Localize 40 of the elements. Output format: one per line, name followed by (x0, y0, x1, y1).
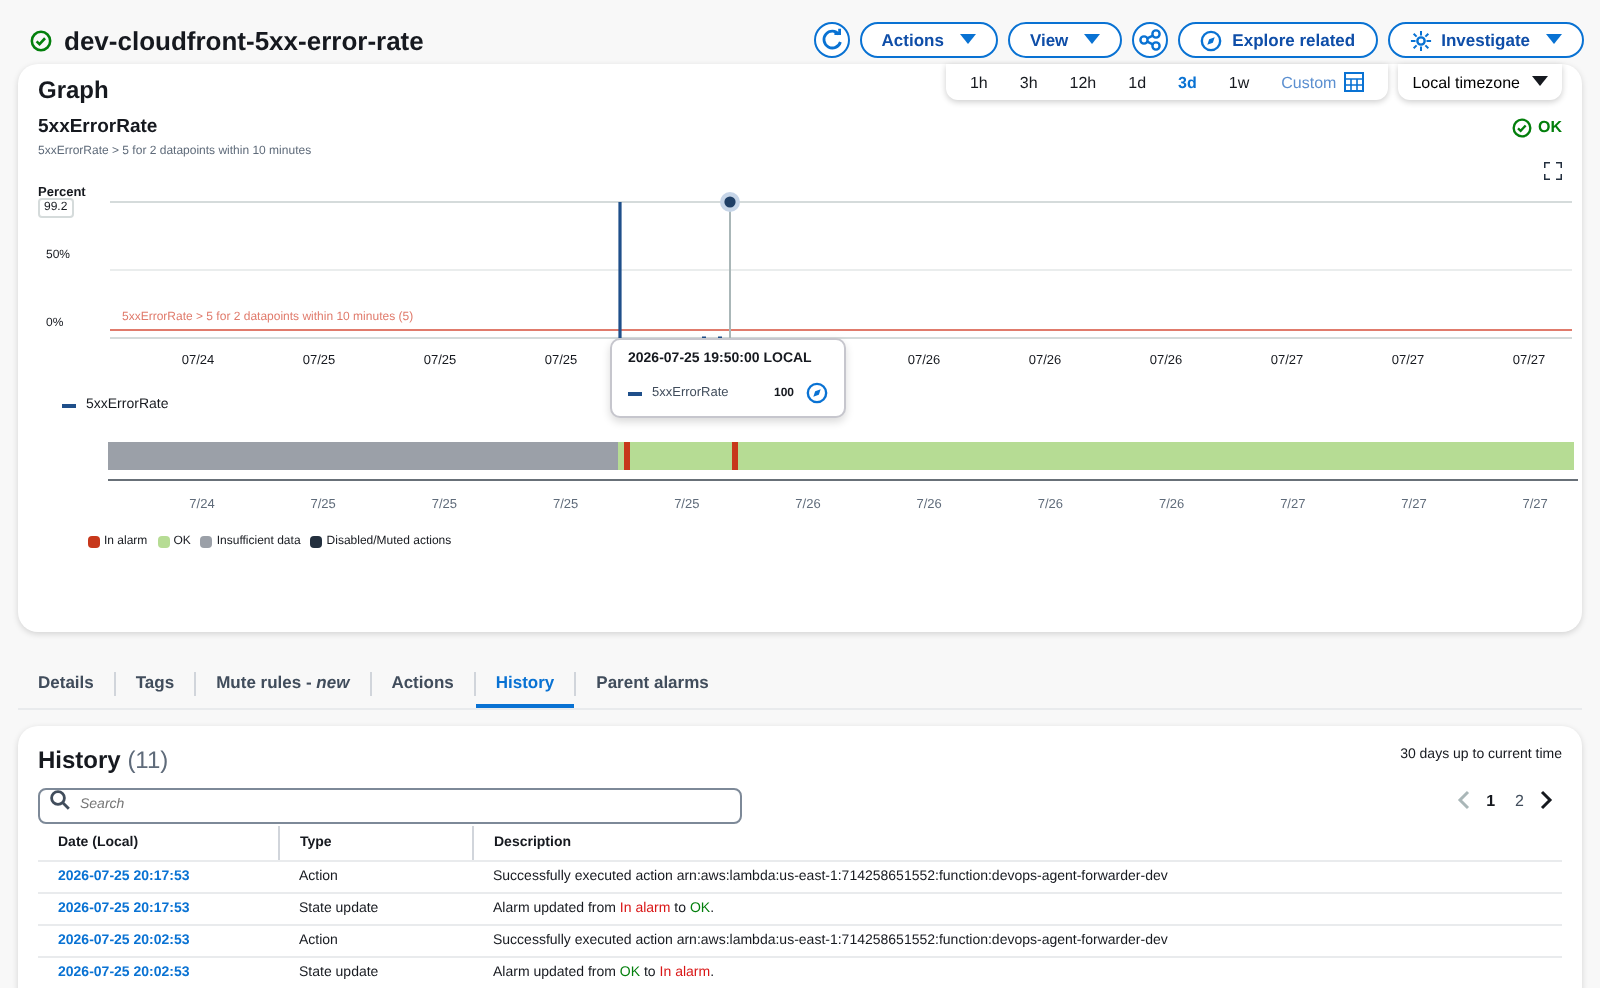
caret-icon (959, 34, 976, 46)
timezone-dropdown[interactable]: Local timezone (1398, 64, 1562, 100)
ok-status-icon (1512, 117, 1532, 137)
tab[interactable]: Details (18, 660, 114, 708)
metric-title: 5xxErrorRate (38, 116, 160, 138)
tab[interactable]: Mute rules - new (196, 660, 370, 708)
alarm-title: dev-cloudfront-5xx-error-rate (64, 25, 424, 55)
time-range-option[interactable]: 3d (1162, 64, 1213, 100)
time-range-option[interactable]: 1w (1212, 64, 1266, 100)
metric-line (618, 200, 724, 340)
caret-icon (1532, 76, 1548, 88)
panel-title: Graph (38, 74, 109, 104)
page-number[interactable]: 1 (1482, 791, 1500, 809)
time-range-option[interactable]: 1h (953, 64, 1004, 100)
investigate-button[interactable]: Investigate (1387, 22, 1584, 58)
alarm-state: OK (1512, 116, 1562, 138)
fullscreen-icon[interactable] (1544, 162, 1562, 180)
hover-point (720, 192, 740, 212)
caret-icon (1084, 34, 1101, 46)
next-page-icon[interactable] (1540, 790, 1554, 810)
dropdown-button[interactable]: Actions (859, 22, 998, 58)
share-button[interactable] (1132, 22, 1169, 58)
sparkle-icon (1409, 29, 1432, 51)
tab[interactable]: Tags (115, 660, 195, 708)
share-icon (1138, 28, 1163, 52)
refresh-button[interactable] (813, 22, 850, 58)
time-range-option[interactable]: 12h (1053, 64, 1113, 100)
refresh-icon (819, 28, 844, 52)
compass-icon (1200, 29, 1223, 51)
time-range-option[interactable]: 1d (1112, 64, 1163, 100)
page-number[interactable]: 2 (1511, 791, 1528, 809)
explore-icon[interactable] (806, 382, 828, 404)
tab[interactable]: Parent alarms (576, 660, 729, 708)
explore-button[interactable]: Explore related (1178, 22, 1378, 58)
dropdown-button[interactable]: View (1007, 22, 1123, 58)
tab[interactable]: Actions (371, 660, 474, 708)
panel-title: History (11) (38, 744, 169, 774)
time-range-option[interactable]: 3h (1003, 64, 1054, 100)
calendar-icon (1344, 72, 1365, 92)
caret-icon (1546, 34, 1562, 46)
